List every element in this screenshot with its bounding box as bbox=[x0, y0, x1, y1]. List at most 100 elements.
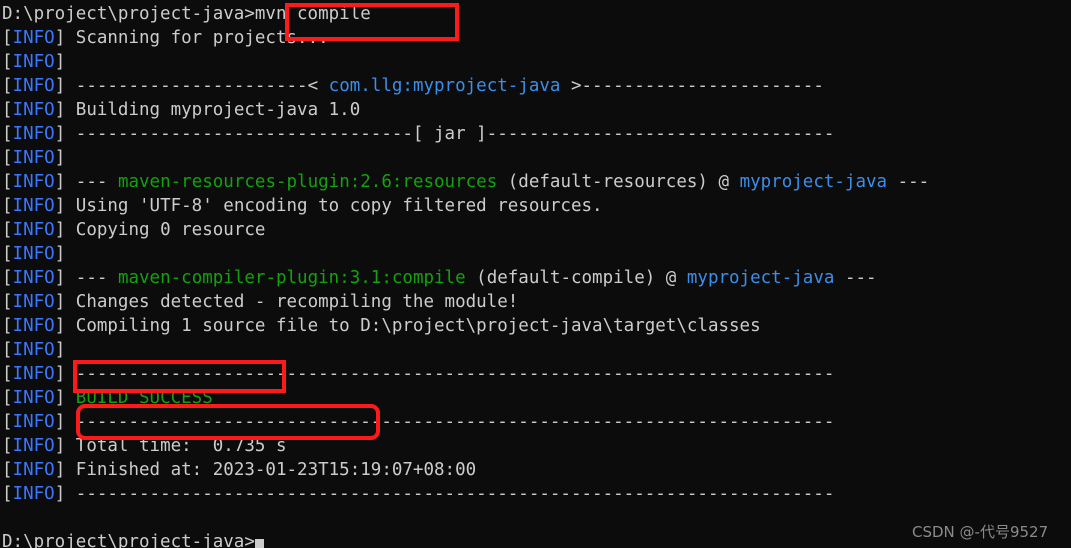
terminal-window[interactable]: D:\project\project-java>mvn compile [INFO… bbox=[0, 0, 1071, 548]
line-resources-plugin-seg-1: maven-resources-plugin:2.6:resources bbox=[117, 172, 498, 192]
info-tag-open-bracket: [ bbox=[2, 388, 13, 408]
line-compiler-plugin-seg-1: maven-compiler-plugin:3.1:compile bbox=[117, 268, 466, 288]
info-tag-close-bracket: ] bbox=[54, 436, 66, 456]
line-sep-2-seg-0: ----------------------------------------… bbox=[65, 412, 835, 432]
line-sep-2: [INFO] ---------------------------------… bbox=[2, 410, 929, 434]
info-tag-open-bracket: [ bbox=[2, 268, 13, 288]
line-building: [INFO] Building myproject-java 1.0 bbox=[2, 98, 929, 122]
info-tag-label: INFO bbox=[12, 316, 55, 336]
info-tag-close-bracket: ] bbox=[54, 460, 66, 480]
line-sep-1-seg-0: ----------------------------------------… bbox=[65, 364, 835, 384]
info-tag-open-bracket: [ bbox=[2, 436, 13, 456]
info-tag-close-bracket: ] bbox=[54, 268, 66, 288]
line-blank-4: [INFO] bbox=[2, 338, 929, 362]
line-sep-1: [INFO] ---------------------------------… bbox=[2, 362, 929, 386]
info-tag-label: INFO bbox=[12, 52, 55, 72]
info-tag-close-bracket: ] bbox=[54, 388, 66, 408]
info-tag-open-bracket: [ bbox=[2, 76, 13, 96]
line-build-success: [INFO] BUILD SUCCESS bbox=[2, 386, 929, 410]
info-tag-close-bracket: ] bbox=[54, 292, 66, 312]
line-finished-at: [INFO] Finished at: 2023-01-23T15:19:07+… bbox=[2, 458, 929, 482]
line-resources-plugin-seg-4: --- bbox=[887, 172, 930, 192]
info-tag-open-bracket: [ bbox=[2, 292, 13, 312]
line-final-prompt: D:\project\project-java> bbox=[2, 530, 929, 548]
line-coords-banner: [INFO] ----------------------< com.llg:m… bbox=[2, 74, 929, 98]
info-tag-close-bracket: ] bbox=[54, 364, 66, 384]
info-tag-close-bracket: ] bbox=[54, 484, 66, 504]
info-tag-open-bracket: [ bbox=[2, 316, 13, 336]
info-tag-label: INFO bbox=[12, 124, 55, 144]
info-tag-open-bracket: [ bbox=[2, 52, 13, 72]
line-blank-2: [INFO] bbox=[2, 146, 929, 170]
info-tag-close-bracket: ] bbox=[54, 196, 66, 216]
info-tag-open-bracket: [ bbox=[2, 172, 13, 192]
line-sep-3: [INFO] ---------------------------------… bbox=[2, 482, 929, 506]
info-tag-label: INFO bbox=[12, 148, 55, 168]
line-building-seg-0: Building myproject-java 1.0 bbox=[65, 100, 361, 120]
info-tag-label: INFO bbox=[12, 172, 55, 192]
info-tag-close-bracket: ] bbox=[54, 100, 66, 120]
line-compiler-plugin-seg-0: --- bbox=[65, 268, 118, 288]
info-tag-label: INFO bbox=[12, 340, 55, 360]
info-tag-label: INFO bbox=[12, 100, 55, 120]
line-final-prompt-seg-0: D:\project\project-java> bbox=[2, 532, 255, 548]
line-compiler-plugin: [INFO] --- maven-compiler-plugin:3.1:com… bbox=[2, 266, 929, 290]
info-tag-close-bracket: ] bbox=[54, 316, 66, 336]
info-tag-close-bracket: ] bbox=[54, 172, 66, 192]
line-total-time: [INFO] Total time: 0.735 s bbox=[2, 434, 929, 458]
line-sep-3-seg-0: ----------------------------------------… bbox=[65, 484, 835, 504]
line-scanning: [INFO] Scanning for projects... bbox=[2, 26, 929, 50]
info-tag-open-bracket: [ bbox=[2, 340, 13, 360]
line-resources-plugin-seg-2: (default-resources) @ bbox=[497, 172, 740, 192]
line-coords-banner-seg-1: com.llg:myproject-java bbox=[328, 76, 561, 96]
info-tag-close-bracket: ] bbox=[54, 76, 66, 96]
line-finished-at-seg-0: Finished at: 2023-01-23T15:19:07+08:00 bbox=[65, 460, 477, 480]
info-tag-open-bracket: [ bbox=[2, 124, 13, 144]
info-tag-close-bracket: ] bbox=[54, 244, 66, 264]
info-tag-open-bracket: [ bbox=[2, 196, 13, 216]
info-tag-label: INFO bbox=[12, 28, 55, 48]
line-prompt-command-seg-0: D:\project\project-java> bbox=[2, 4, 255, 24]
csdn-watermark: CSDN @-代号9527 bbox=[912, 523, 1049, 541]
line-compiling-seg-0: Compiling 1 source file to D:\project\pr… bbox=[65, 316, 761, 336]
line-coords-banner-seg-0: ----------------------< bbox=[65, 76, 329, 96]
info-tag-label: INFO bbox=[12, 220, 55, 240]
line-packaging-banner: [INFO] --------------------------------[… bbox=[2, 122, 929, 146]
info-tag-close-bracket: ] bbox=[54, 340, 66, 360]
line-resources-plugin: [INFO] --- maven-resources-plugin:2.6:re… bbox=[2, 170, 929, 194]
line-changes-detected-seg-0: Changes detected - recompiling the modul… bbox=[65, 292, 519, 312]
info-tag-open-bracket: [ bbox=[2, 460, 13, 480]
line-changes-detected: [INFO] Changes detected - recompiling th… bbox=[2, 290, 929, 314]
info-tag-open-bracket: [ bbox=[2, 100, 13, 120]
info-tag-close-bracket: ] bbox=[54, 148, 66, 168]
info-tag-close-bracket: ] bbox=[54, 124, 66, 144]
info-tag-close-bracket: ] bbox=[54, 28, 66, 48]
info-tag-open-bracket: [ bbox=[2, 220, 13, 240]
info-tag-close-bracket: ] bbox=[54, 220, 66, 240]
info-tag-open-bracket: [ bbox=[2, 28, 13, 48]
info-tag-close-bracket: ] bbox=[54, 412, 66, 432]
terminal-output: D:\project\project-java>mvn compile [INFO… bbox=[2, 2, 929, 548]
line-compiler-plugin-seg-2: (default-compile) @ bbox=[465, 268, 687, 288]
info-tag-close-bracket: ] bbox=[54, 52, 66, 72]
info-tag-label: INFO bbox=[12, 412, 55, 432]
line-encoding: [INFO] Using 'UTF-8' encoding to copy fi… bbox=[2, 194, 929, 218]
line-prompt-command: D:\project\project-java>mvn compile bbox=[2, 2, 929, 26]
info-tag-open-bracket: [ bbox=[2, 148, 13, 168]
line-compiling: [INFO] Compiling 1 source file to D:\pro… bbox=[2, 314, 929, 338]
info-tag-label: INFO bbox=[12, 388, 55, 408]
info-tag-open-bracket: [ bbox=[2, 364, 13, 384]
line-compiler-plugin-seg-3: myproject-java bbox=[686, 268, 835, 288]
line-prompt-command-seg-1: mvn compile bbox=[254, 4, 371, 24]
line-blank-5 bbox=[2, 506, 929, 530]
info-tag-label: INFO bbox=[12, 244, 55, 264]
line-coords-banner-seg-2: >----------------------- bbox=[560, 76, 824, 96]
info-tag-label: INFO bbox=[12, 460, 55, 480]
text-cursor[interactable] bbox=[254, 539, 264, 548]
line-total-time-seg-0: Total time: 0.735 s bbox=[65, 436, 287, 456]
info-tag-label: INFO bbox=[12, 196, 55, 216]
info-tag-label: INFO bbox=[12, 364, 55, 384]
line-resources-plugin-seg-3: myproject-java bbox=[739, 172, 888, 192]
line-copying-seg-0: Copying 0 resource bbox=[65, 220, 266, 240]
line-copying: [INFO] Copying 0 resource bbox=[2, 218, 929, 242]
